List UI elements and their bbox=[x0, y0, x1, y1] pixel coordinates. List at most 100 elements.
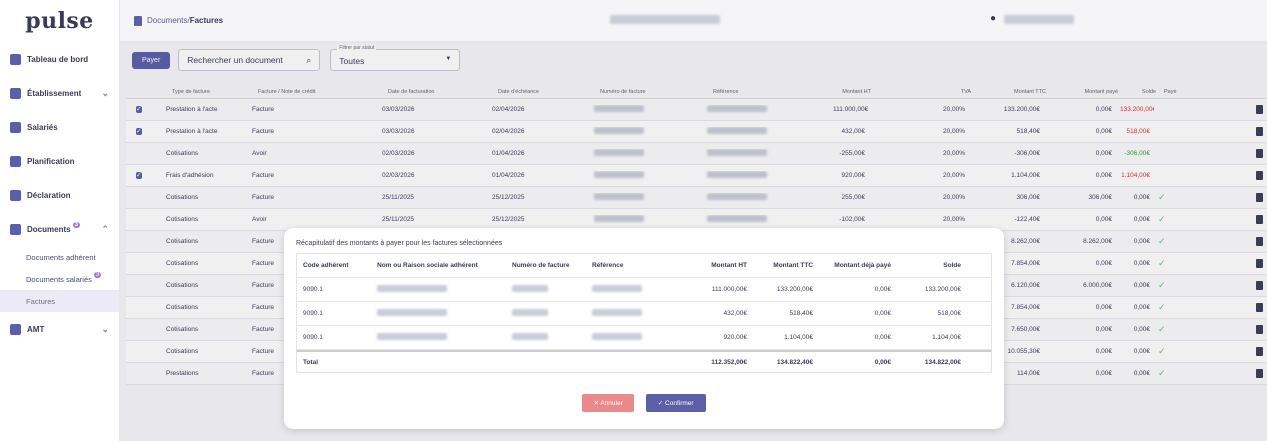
total-paid: 0,00€ bbox=[874, 358, 891, 366]
user-icon[interactable]: ● bbox=[990, 13, 996, 24]
sidebar-subitem-label: Documents salariés bbox=[26, 274, 92, 284]
topbar: Documents / Factures ● bbox=[120, 0, 1267, 42]
reference-redacted bbox=[592, 285, 642, 292]
sidebar-item-label: Documents bbox=[27, 224, 71, 234]
sidebar-item-salaries[interactable]: Salariés bbox=[0, 110, 119, 144]
summary-header: Code adhérent Nom ou Raison sociale adhér… bbox=[297, 254, 991, 278]
invoice-number-redacted bbox=[512, 285, 548, 292]
cancel-button[interactable]: ✕ Annuler bbox=[582, 394, 634, 412]
summary-invoice-number bbox=[512, 309, 592, 318]
summary-reference bbox=[592, 333, 672, 342]
user-name-redacted bbox=[1004, 15, 1074, 24]
sidebar-subitem-documents-adherent[interactable]: Documents adhérent bbox=[0, 246, 119, 268]
check-icon: ✓ bbox=[657, 400, 666, 407]
summary-code: 9090.1 bbox=[303, 310, 323, 317]
sidebar-item-label: AMT bbox=[27, 324, 45, 334]
summary-column-header: Référence bbox=[592, 262, 624, 269]
total-ht: 112.352,00€ bbox=[711, 358, 747, 366]
summary-paid: 0,00€ bbox=[874, 286, 891, 293]
sidebar-item-documents[interactable]: Documents 3 ⌃ bbox=[0, 212, 119, 246]
summary-body: 9090.1 111.000,00€ 133.200,00€ 0,00€ 133.200… bbox=[297, 278, 991, 350]
breadcrumb-section[interactable]: Documents bbox=[147, 16, 187, 25]
summary-ttc: 1.104,00€ bbox=[784, 334, 813, 341]
summary-ttc: 133.200,00€ bbox=[776, 286, 813, 293]
sidebar-item-label: Planification bbox=[27, 156, 75, 166]
total-solde: 134.822,00€ bbox=[924, 358, 961, 366]
total-ttc: 134.822,40€ bbox=[776, 358, 813, 366]
sidebar-item-etablissement[interactable]: Établissement ⌄ bbox=[0, 76, 119, 110]
summary-reference bbox=[592, 309, 672, 318]
sidebar-subitem-documents-salaries[interactable]: Documents salariés 3 bbox=[0, 268, 119, 290]
breadcrumb-current: Factures bbox=[189, 16, 224, 25]
summary-row: 9090.1 111.000,00€ 133.200,00€ 0,00€ 133.200… bbox=[297, 278, 991, 302]
summary-column-header: Nom ou Raison sociale adhérent bbox=[377, 262, 478, 269]
sidebar-subitem-badge: 3 bbox=[93, 272, 102, 278]
sidebar-subitem-factures[interactable]: Factures bbox=[0, 290, 119, 312]
summary-code: 9090.1 bbox=[303, 286, 323, 293]
summary-column-header: Montant TTC bbox=[773, 262, 813, 269]
summary-name bbox=[377, 309, 512, 318]
summary-ttc: 518,40€ bbox=[789, 310, 814, 317]
summary-column-header: Code adhérent bbox=[303, 262, 349, 269]
chevron-down-icon[interactable]: ⌄ bbox=[101, 324, 109, 335]
document-icon bbox=[134, 15, 142, 26]
sidebar-item-label: Tableau de bord bbox=[27, 54, 89, 64]
declaration-icon bbox=[10, 189, 21, 201]
sidebar-item-label: Salariés bbox=[27, 122, 58, 132]
sidebar-subitem-label: Factures bbox=[26, 296, 56, 306]
summary-ht: 920,00€ bbox=[723, 334, 748, 341]
sidebar-item-dashboard[interactable]: Tableau de bord bbox=[0, 42, 119, 76]
sidebar-item-label: Établissement bbox=[27, 88, 82, 98]
summary-solde: 133.200,00€ bbox=[924, 286, 961, 293]
sidebar-item-amt[interactable]: AMT ⌄ bbox=[0, 312, 119, 346]
total-label: Total bbox=[303, 358, 319, 366]
establishment-name-redacted bbox=[610, 15, 720, 24]
summary-solde: 1.104,00€ bbox=[932, 334, 961, 341]
app-root: pulse Tableau de bord Établissement ⌄ Salar… bbox=[0, 0, 1267, 441]
sidebar: pulse Tableau de bord Établissement ⌄ Salar… bbox=[0, 0, 120, 441]
invoice-number-redacted bbox=[512, 309, 548, 316]
summary-ht: 432,00€ bbox=[723, 310, 748, 317]
documents-icon bbox=[10, 223, 21, 235]
summary-paid: 0,00€ bbox=[874, 310, 891, 317]
summary-code: 9090.1 bbox=[303, 334, 323, 341]
member-name-redacted bbox=[377, 309, 447, 316]
summary-row: 9090.1 920,00€ 1.104,00€ 0,00€ 1.104,00€ bbox=[297, 326, 991, 350]
summary-solde: 518,00€ bbox=[937, 310, 962, 317]
summary-invoice-number bbox=[512, 285, 592, 294]
summary-name bbox=[377, 333, 512, 342]
invoice-number-redacted bbox=[512, 333, 548, 340]
sidebar-item-planification[interactable]: Planification bbox=[0, 144, 119, 178]
summary-column-header: Numéro de facture bbox=[512, 262, 570, 269]
reference-redacted bbox=[592, 309, 642, 316]
sidebar-item-badge: 3 bbox=[72, 222, 80, 228]
chevron-up-icon[interactable]: ⌃ bbox=[101, 224, 109, 235]
amt-icon bbox=[10, 323, 21, 335]
reference-redacted bbox=[592, 333, 642, 340]
planification-icon bbox=[10, 155, 21, 167]
sidebar-item-label: Déclaration bbox=[27, 190, 71, 200]
salaries-icon bbox=[10, 121, 21, 133]
payment-summary-modal: Récapitulatif des montants à payer pour … bbox=[284, 228, 1004, 429]
etablissement-icon bbox=[10, 87, 21, 99]
modal-title: Récapitulatif des montants à payer pour … bbox=[296, 240, 503, 247]
summary-row: 9090.1 432,00€ 518,40€ 0,00€ 518,00€ bbox=[297, 302, 991, 326]
sidebar-nav: Tableau de bord Établissement ⌄ Salariés Pla… bbox=[0, 42, 119, 346]
summary-invoice-number bbox=[512, 333, 592, 342]
summary-ht: 111.000,00€ bbox=[711, 286, 747, 293]
app-logo[interactable]: pulse bbox=[0, 0, 119, 42]
summary-paid: 0,00€ bbox=[874, 334, 891, 341]
confirm-button[interactable]: ✓ Confirmer bbox=[645, 394, 706, 412]
member-name-redacted bbox=[377, 333, 447, 340]
cancel-label: Annuler bbox=[600, 400, 623, 407]
modal-actions: ✕ Annuler ✓ Confirmer bbox=[284, 394, 1004, 412]
summary-name bbox=[377, 285, 512, 294]
summary-column-header: Solde bbox=[943, 262, 961, 269]
summary-reference bbox=[592, 285, 672, 294]
member-name-redacted bbox=[377, 285, 447, 292]
breadcrumb: Documents / Factures bbox=[134, 15, 224, 26]
dashboard-icon bbox=[10, 53, 21, 65]
sidebar-item-declaration[interactable]: Déclaration bbox=[0, 178, 119, 212]
chevron-down-icon[interactable]: ⌄ bbox=[101, 88, 109, 99]
sidebar-subitem-label: Documents adhérent bbox=[26, 252, 96, 262]
